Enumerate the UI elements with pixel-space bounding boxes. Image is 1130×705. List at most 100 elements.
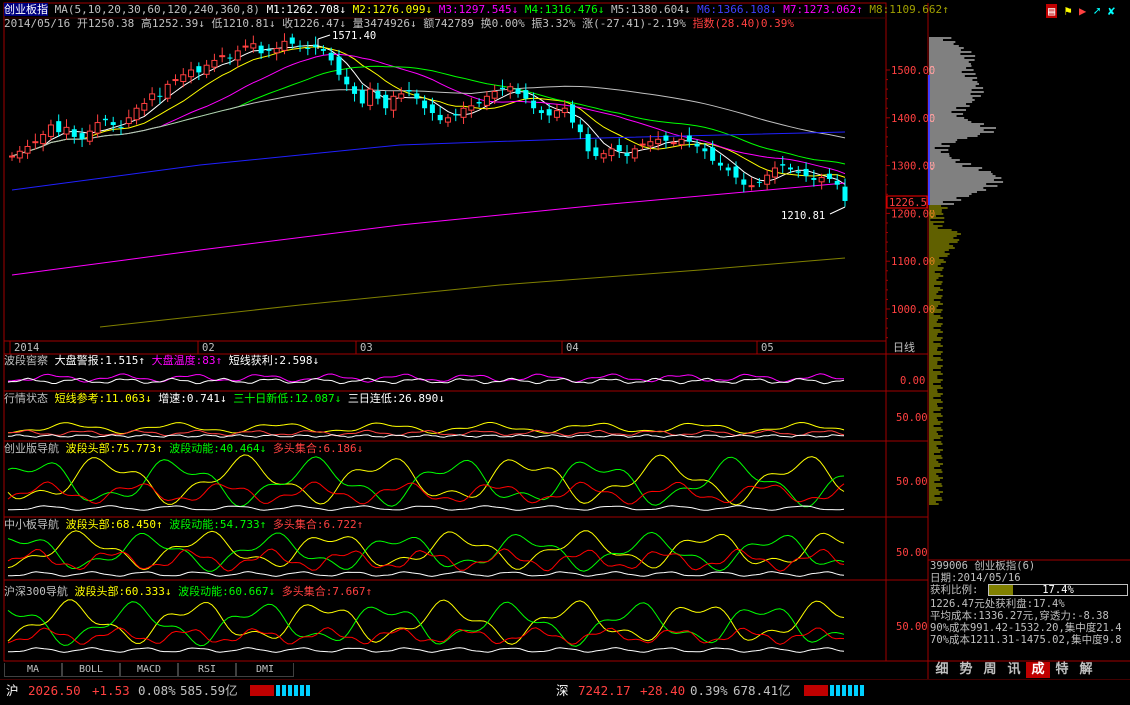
candle-body xyxy=(344,76,350,85)
profit-ratio-row: 获利比例: 17.4% xyxy=(928,584,1130,598)
candle-body xyxy=(219,55,226,58)
candle-body xyxy=(180,74,187,82)
quote-open: 开1250.38 xyxy=(76,17,135,30)
candle-body xyxy=(234,50,241,61)
index-title[interactable]: 创业板指 xyxy=(4,3,48,16)
candle-body xyxy=(748,185,755,188)
tab-macd[interactable]: MACD xyxy=(120,663,178,677)
candle-body xyxy=(631,148,638,159)
candle-body xyxy=(725,167,731,171)
candle-body xyxy=(515,88,521,94)
status-bar: 沪 2026.50 +1.53 0.08% 585.59亿 深 7242.17 … xyxy=(0,679,1130,703)
candle-body xyxy=(538,110,544,114)
candle-body xyxy=(40,134,47,145)
menu-icon[interactable]: ▤ xyxy=(1046,4,1058,18)
price-tick-label: 1100.00 xyxy=(891,256,935,268)
ind5-line-b xyxy=(7,601,845,647)
candle-body xyxy=(71,129,77,137)
candle-body xyxy=(32,141,39,144)
current-price-tag: 1226.5 xyxy=(889,197,927,209)
quote-index-label: 指数 xyxy=(692,17,715,30)
tab-chips[interactable]: 成 xyxy=(1026,662,1050,678)
candle-body xyxy=(788,167,794,170)
tab-special[interactable]: 特 xyxy=(1050,662,1074,678)
candle-body xyxy=(624,153,630,157)
candle-body xyxy=(383,94,389,109)
chip-date: 日期:2014/05/16 xyxy=(930,572,1021,584)
quote-volume: 量3474926 xyxy=(352,17,411,30)
quote-change: 涨(-27.41)-2.19% xyxy=(582,17,686,30)
quote-amplitude: 振3.32% xyxy=(531,17,576,30)
candle-body xyxy=(771,167,778,178)
candle-body xyxy=(227,57,233,59)
tab-detail[interactable]: 细 xyxy=(930,662,954,678)
candle-body xyxy=(561,107,568,114)
chip-code-name: 399006 创业板指(6) xyxy=(930,560,1036,572)
pointer-icon[interactable]: ➚ xyxy=(1093,4,1100,18)
tab-trend[interactable]: 势 xyxy=(954,662,978,678)
tab-boll[interactable]: BOLL xyxy=(62,663,120,677)
play-icon[interactable]: ▶ xyxy=(1079,4,1086,18)
candle-body xyxy=(242,45,249,48)
candle-body xyxy=(141,102,148,111)
indicator-5-header: 沪深300导航 波段头部:60.333↓ 波段动能:60.667↓ 多头集合:7… xyxy=(4,585,373,598)
sh-pct: 0.08% xyxy=(138,683,176,698)
sz-change: +28.40 xyxy=(640,683,686,698)
candle-body xyxy=(570,104,576,123)
quote-turnover: 换0.00% xyxy=(480,17,525,30)
tab-ma[interactable]: MA xyxy=(4,663,62,677)
quote-header: 2014/05/16 开1250.38 高1252.39↓ 低1210.81↓ … xyxy=(4,17,794,30)
candle-body xyxy=(258,45,264,54)
candle-body xyxy=(694,143,700,147)
tab-week[interactable]: 周 xyxy=(978,662,1002,678)
price-tick-label: 1200.00 xyxy=(891,208,935,220)
ma5-value: M5:1380.604 xyxy=(611,3,684,16)
tab-dmi[interactable]: DMI xyxy=(236,663,294,677)
candle-body xyxy=(211,59,218,68)
ma8-value: M8:1109.662 xyxy=(869,3,943,16)
candle-body xyxy=(9,155,15,158)
candle-body xyxy=(320,48,326,51)
profit-ratio-bar: 17.4% xyxy=(988,584,1128,596)
indicator-3-header: 创业版导航 波段头部:75.773↑ 波段动能:40.464↓ 多头集合:6.1… xyxy=(4,442,364,455)
ma1-value: M1:1262.708 xyxy=(266,3,340,16)
tab-rsi[interactable]: RSI xyxy=(178,663,236,677)
candlesticks xyxy=(9,33,848,207)
chip-line-1: 1226.47元处获利盘:17.4% xyxy=(930,598,1065,610)
candle-body xyxy=(390,95,397,111)
period-label[interactable]: 日线 xyxy=(893,340,915,354)
ind1-tick: 0.00 xyxy=(900,375,925,387)
date-tick-label: 03 xyxy=(360,342,373,354)
flag-icon[interactable]: ⚑ xyxy=(1064,4,1071,18)
quote-amount: 额742789 xyxy=(423,17,475,30)
tab-explain[interactable]: 解 xyxy=(1074,662,1098,678)
candle-body xyxy=(483,95,490,106)
candle-body xyxy=(764,174,771,185)
candle-body xyxy=(157,95,163,97)
candle-body xyxy=(56,121,62,133)
candle-body xyxy=(834,180,840,185)
quote-high: 高1252.39 xyxy=(140,17,199,30)
candle-body xyxy=(125,117,132,125)
ind2-tick: 50.00 xyxy=(896,412,928,424)
ma360-line xyxy=(99,257,846,328)
candle-body xyxy=(546,109,552,116)
ma-header: 创业板指 MA(5,10,20,30,60,120,240,360,8) M1:… xyxy=(4,3,949,16)
chip-distribution xyxy=(928,37,1004,505)
candle-body xyxy=(118,126,124,128)
tab-news[interactable]: 讯 xyxy=(1002,662,1026,678)
candle-body xyxy=(149,93,156,101)
ind5-line-d xyxy=(7,647,845,653)
candle-body xyxy=(273,47,280,54)
candle-body xyxy=(476,102,482,104)
date-tick-label: 2014 xyxy=(14,342,39,354)
quote-low: 低1210.81 xyxy=(211,17,269,30)
candle-body xyxy=(780,164,786,166)
date-tick-label: 04 xyxy=(566,342,579,354)
candle-body xyxy=(16,150,23,159)
candle-body xyxy=(733,166,739,178)
tools-icon[interactable]: ✘ xyxy=(1108,4,1115,18)
chip-line-3: 90%成本991.42-1532.20,集中度21.4 xyxy=(930,622,1122,634)
candle-body xyxy=(818,177,825,183)
date-tick-label: 05 xyxy=(761,342,774,354)
